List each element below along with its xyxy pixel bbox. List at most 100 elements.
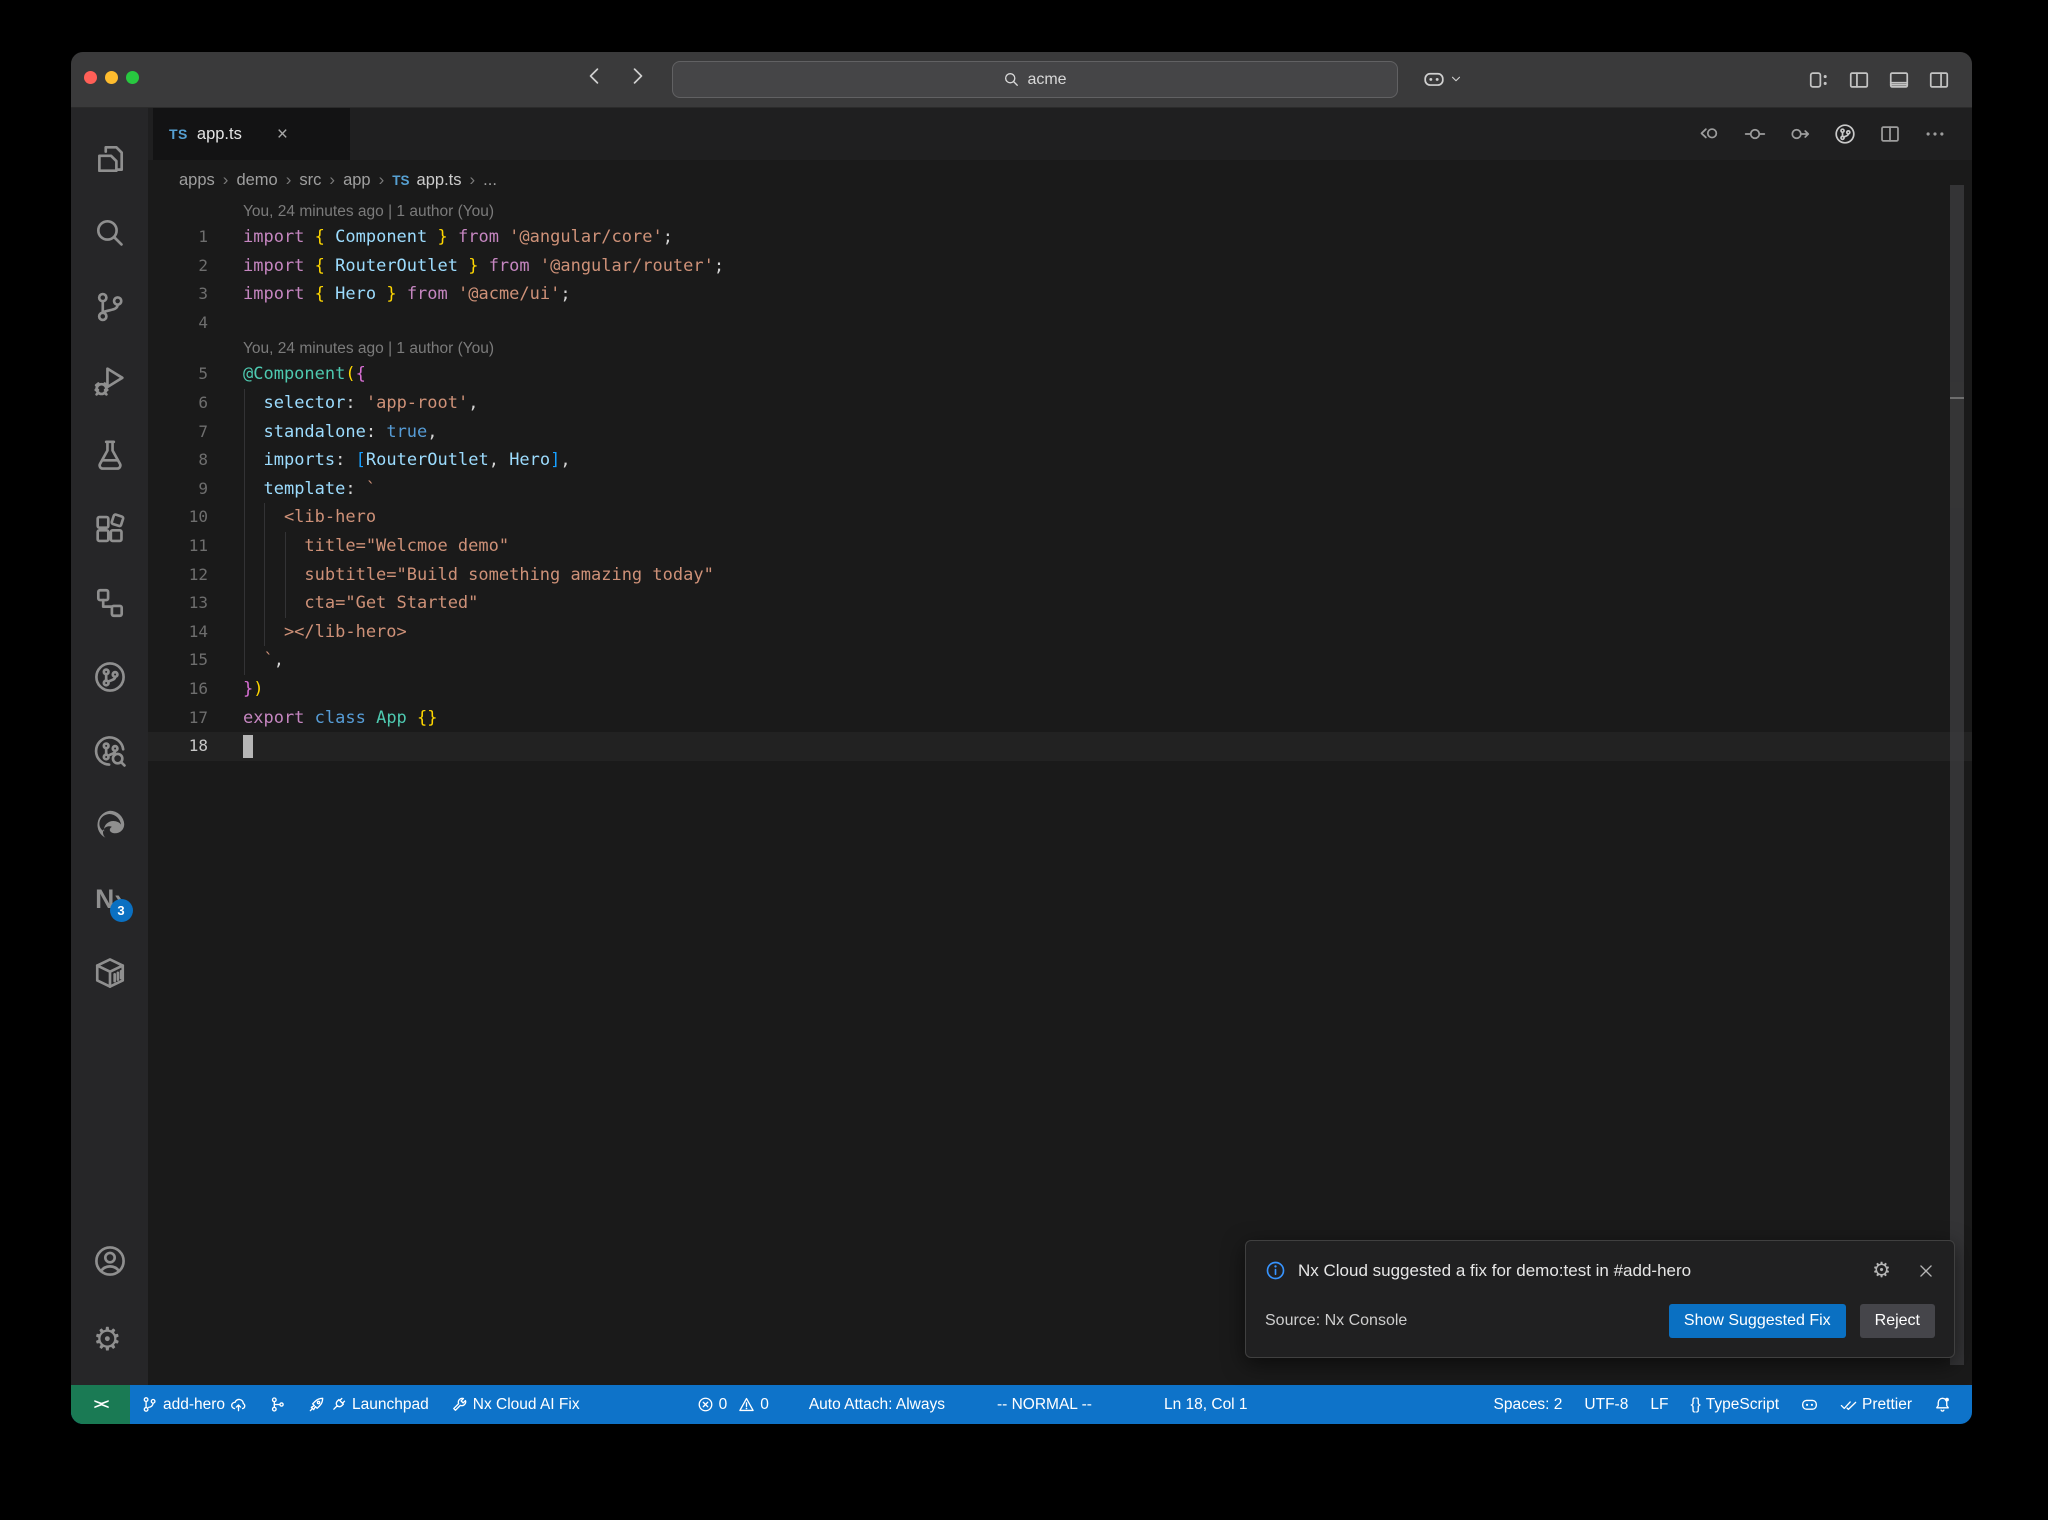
close-tab-icon[interactable]: × — [277, 125, 288, 144]
activity-item-containers[interactable] — [86, 936, 134, 1010]
status-item-launchpad[interactable]: Launchpad — [297, 1385, 440, 1424]
status-item-copilot[interactable] — [1790, 1385, 1829, 1424]
breadcrumb-item-apps[interactable]: apps — [179, 171, 215, 190]
status-item-problems[interactable]: 00 — [686, 1385, 780, 1424]
change-marker-icon[interactable] — [1744, 123, 1766, 145]
status-item-vim-mode[interactable]: -- NORMAL -- — [986, 1385, 1103, 1424]
git-graph-icon[interactable] — [1834, 123, 1856, 145]
minimize-window-button[interactable] — [105, 71, 118, 84]
code-line-17[interactable]: 17 export class App {} — [148, 704, 1972, 733]
code-line-7[interactable]: 7 standalone: true, — [148, 418, 1972, 447]
activity-item-extensions[interactable] — [86, 492, 134, 566]
activity-item-gitlens-inspect[interactable] — [86, 714, 134, 788]
line-text: title="Welcmoe demo" — [243, 535, 510, 556]
nx-badge: 3 — [109, 899, 133, 922]
notification-toast: Nx Cloud suggested a fix for demo:test i… — [1245, 1240, 1955, 1358]
run-and-debug-icon — [93, 364, 127, 398]
status-item-eol[interactable]: LF — [1639, 1385, 1679, 1424]
toggle-primary-sidebar-icon[interactable] — [1848, 69, 1870, 91]
line-text: export class App {} — [243, 707, 438, 728]
code-line-8[interactable]: 8 imports: [RouterOutlet, Hero], — [148, 446, 1972, 475]
remote-indicator[interactable]: >< — [71, 1385, 130, 1424]
activity-item-source-control[interactable] — [86, 270, 134, 344]
toggle-panel-icon[interactable] — [1888, 69, 1910, 91]
status-item-nx-ai-fix[interactable]: Nx Cloud AI Fix — [440, 1385, 591, 1424]
status-item-indentation[interactable]: Spaces: 2 — [1482, 1385, 1573, 1424]
activity-item-search[interactable] — [86, 196, 134, 270]
code-line-12[interactable]: 12 subtitle="Build something amazing tod… — [148, 561, 1972, 590]
breadcrumb-item-src[interactable]: src — [299, 171, 321, 190]
activity-item-accounts[interactable] — [86, 1223, 134, 1299]
navigate-forward-icon[interactable] — [627, 65, 649, 87]
breadcrumb-separator: › — [222, 170, 229, 189]
activity-item-testing[interactable] — [86, 418, 134, 492]
status-item-bell[interactable] — [1923, 1385, 1962, 1424]
blame-annotation: You, 24 minutes ago | 1 author (You) — [243, 340, 495, 358]
code-line-14[interactable]: 14 ></lib-hero> — [148, 618, 1972, 647]
code-line-3[interactable]: 3 import { Hero } from '@acme/ui'; — [148, 280, 1972, 309]
split-editor-icon[interactable] — [1879, 123, 1901, 145]
activity-item-project-structure[interactable] — [86, 566, 134, 640]
activity-item-settings[interactable]: ⚙ — [86, 1299, 134, 1375]
status-item-auto-attach[interactable]: Auto Attach: Always — [798, 1385, 956, 1424]
breadcrumb-item-file[interactable]: TS app.ts — [392, 171, 461, 190]
status-item-cursor-position[interactable]: Ln 18, Col 1 — [1153, 1385, 1259, 1424]
copilot-menu[interactable] — [1423, 68, 1463, 90]
breadcrumb-item-app[interactable]: app — [343, 171, 371, 190]
activity-item-nx-console[interactable]: N› 3 — [86, 862, 134, 936]
code-line-18[interactable]: 18 — [148, 732, 1972, 761]
code-line-5[interactable]: 5 @Component({ — [148, 360, 1972, 389]
line-text: `, — [243, 650, 284, 671]
close-window-button[interactable] — [84, 71, 97, 84]
line-number: 11 — [188, 535, 208, 555]
code-line-2[interactable]: 2 import { RouterOutlet } from '@angular/… — [148, 252, 1972, 281]
status-item-commit-graph[interactable] — [258, 1385, 297, 1424]
code-line-15[interactable]: 15 `, — [148, 646, 1972, 675]
line-number: 18 — [188, 736, 208, 756]
toggle-secondary-sidebar-icon[interactable] — [1928, 69, 1950, 91]
code-line-4[interactable]: 4 — [148, 309, 1972, 338]
show-suggested-fix-button[interactable]: Show Suggested Fix — [1668, 1304, 1846, 1338]
line-number: 1 — [198, 227, 208, 246]
activity-bar: N› 3 ⚙ — [71, 108, 148, 1385]
cloud-upload-icon — [230, 1396, 247, 1413]
more-actions-icon[interactable] — [1924, 123, 1946, 145]
code-line-6[interactable]: 6 selector: 'app-root', — [148, 389, 1972, 418]
line-text: import { Hero } from '@acme/ui'; — [243, 284, 571, 305]
code-line-13[interactable]: 13 cta="Get Started" — [148, 589, 1972, 618]
code-line-11[interactable]: 11 title="Welcmoe demo" — [148, 532, 1972, 561]
code-line-10[interactable]: 10 <lib-hero — [148, 503, 1972, 532]
command-center-search[interactable]: acme — [672, 61, 1398, 98]
prev-change-icon[interactable] — [1699, 123, 1721, 145]
status-item-prettier[interactable]: Prettier — [1829, 1385, 1923, 1424]
code-line-1[interactable]: 1 import { Component } from '@angular/cor… — [148, 223, 1972, 252]
navigate-back-icon[interactable] — [583, 65, 605, 87]
activity-item-run-and-debug[interactable] — [86, 344, 134, 418]
activity-item-edge-devtools[interactable] — [86, 788, 134, 862]
code-area[interactable]: You, 24 minutes ago | 1 author (You) 1 imp… — [148, 200, 1972, 1385]
breadcrumb-symbol-tail[interactable]: ... — [483, 171, 497, 190]
accounts-icon — [93, 1244, 127, 1278]
editor-scrollbar[interactable] — [1950, 185, 1964, 1365]
line-number: 14 — [188, 621, 208, 641]
customize-layout-icon[interactable] — [1808, 69, 1830, 91]
status-label: -- NORMAL -- — [996, 1395, 1092, 1413]
status-item-encoding[interactable]: UTF-8 — [1573, 1385, 1639, 1424]
next-change-icon[interactable] — [1789, 123, 1811, 145]
code-line-9[interactable]: 9 template: ` — [148, 475, 1972, 504]
zoom-window-button[interactable] — [126, 71, 139, 84]
tab-app-ts[interactable]: TS app.ts × — [153, 108, 350, 160]
breadcrumb: apps › demo › src › app › TS app.ts ›... — [148, 160, 1972, 200]
notification-close-icon[interactable] — [1917, 1262, 1935, 1280]
activity-item-gitlens[interactable] — [86, 640, 134, 714]
breadcrumb-item-demo[interactable]: demo — [236, 171, 277, 190]
reject-button[interactable]: Reject — [1859, 1304, 1935, 1338]
activity-item-explorer[interactable] — [86, 122, 134, 196]
code-line-16[interactable]: 16}) — [148, 675, 1972, 704]
line-number: 10 — [188, 507, 208, 527]
notification-settings-gear-icon[interactable]: ⚙ — [1872, 1258, 1891, 1283]
status-item-language[interactable]: {} TypeScript — [1679, 1385, 1790, 1424]
window-controls — [84, 71, 139, 84]
status-item-branch[interactable]: add-hero — [130, 1385, 258, 1424]
line-text — [208, 309, 243, 338]
